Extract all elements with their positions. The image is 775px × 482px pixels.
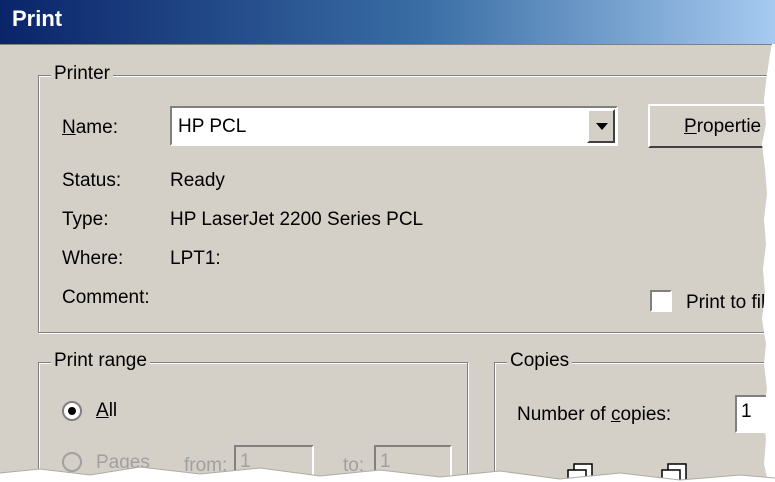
type-value: HP LaserJet 2200 Series PCL (170, 209, 424, 230)
all-radio-label[interactable]: All (96, 400, 117, 422)
name-label: Name: (62, 117, 118, 138)
torn-edge-bottom (0, 466, 775, 482)
print-range-legend: Print range (51, 350, 150, 372)
number-of-copies-label: Number of copies: (517, 404, 672, 425)
printer-name-select[interactable]: HP PCL (170, 106, 618, 146)
print-dialog: Print Printer Name: HP PCL Propertie Sta… (0, 0, 775, 482)
status-label: Status: (62, 170, 122, 191)
where-value: LPT1: (170, 248, 221, 269)
printer-name-value: HP PCL (178, 116, 247, 137)
printer-group-legend: Printer (51, 63, 113, 85)
status-value: Ready (170, 170, 225, 191)
comment-label: Comment: (62, 287, 150, 308)
properties-button-label: Propertie (684, 116, 762, 137)
dialog-title: Print (12, 6, 63, 31)
dropdown-arrow-icon (596, 123, 608, 130)
where-label: Where: (62, 248, 124, 269)
radio-selected-dot (68, 407, 76, 415)
torn-edge-right (762, 44, 775, 482)
type-label: Type: (62, 209, 109, 230)
copies-legend: Copies (507, 350, 573, 372)
title-bar[interactable]: Print (0, 0, 775, 45)
dropdown-button[interactable] (587, 109, 615, 143)
properties-button[interactable]: Propertie (648, 104, 775, 148)
print-to-file-label[interactable]: Print to fil (686, 292, 765, 314)
print-to-file-checkbox[interactable] (650, 290, 672, 312)
all-radio[interactable] (62, 401, 82, 421)
